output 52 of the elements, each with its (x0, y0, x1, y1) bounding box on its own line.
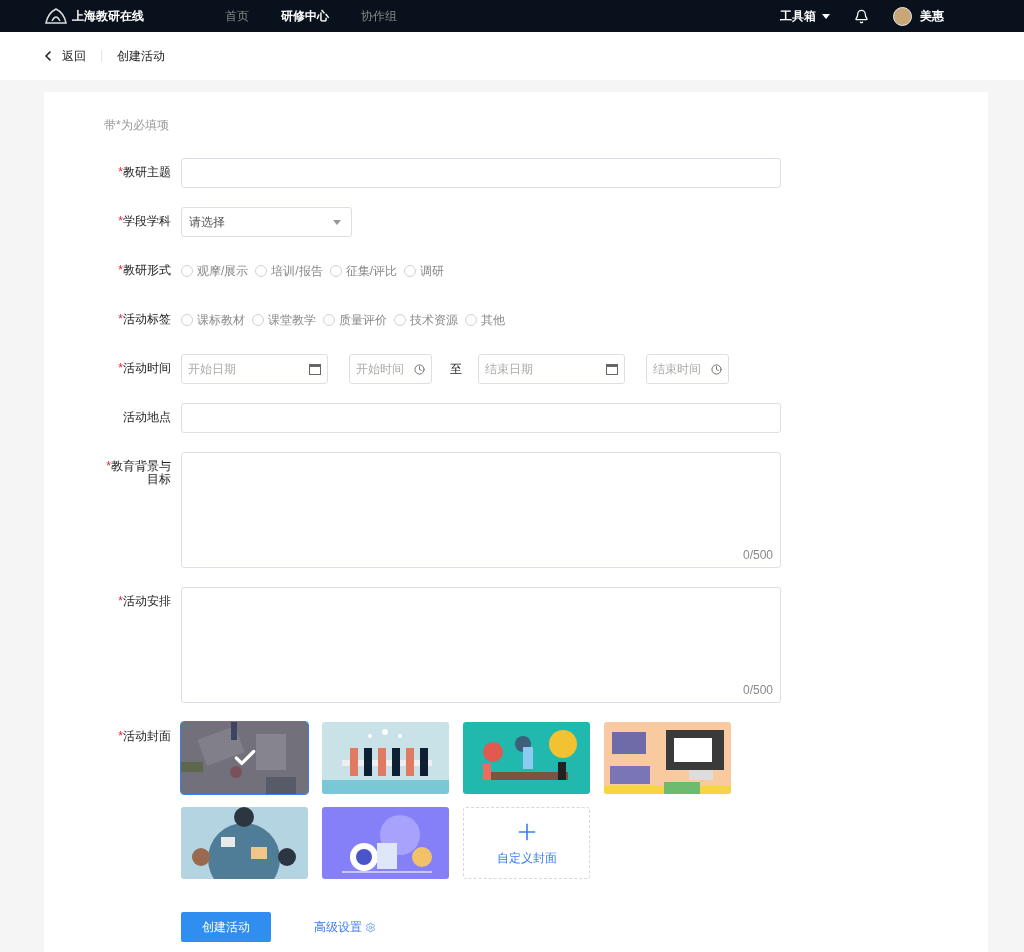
nav-link[interactable]: 首页 (225, 7, 249, 25)
logo-icon (44, 7, 68, 25)
character-counter: 0/500 (742, 682, 773, 699)
toolbox-menu[interactable]: 工具箱 (780, 7, 830, 25)
clock-icon (414, 363, 425, 375)
time-input[interactable]: 结束时间 (646, 354, 729, 384)
user-avatar[interactable] (893, 6, 912, 26)
character-counter: 0/500 (742, 547, 773, 564)
date-input[interactable]: 结束日期 (478, 354, 625, 384)
field-label: *教育背景与目标 (105, 458, 171, 486)
calendar-icon (606, 363, 618, 375)
text-input[interactable] (181, 403, 781, 433)
back-link[interactable]: 返回 (40, 47, 86, 65)
radio-option[interactable]: 课堂教学 (252, 311, 316, 329)
field-label: *活动安排 (117, 593, 171, 608)
site-logo-text: 上海教研在线 (72, 8, 144, 25)
textarea-field[interactable]: 0/500 (181, 452, 781, 568)
radio-option[interactable]: 质量评价 (323, 311, 387, 329)
date-input[interactable]: 开始日期 (181, 354, 328, 384)
time-input[interactable]: 开始时间 (349, 354, 432, 384)
range-separator: 至 (450, 361, 462, 378)
radio-option[interactable]: 其他 (465, 311, 505, 329)
caret-icon (822, 13, 830, 19)
field-label: *学段学科 (117, 213, 171, 228)
calendar-icon (309, 363, 321, 375)
field-label: *教研形式 (117, 262, 171, 277)
field-label: 活动地点 (122, 409, 171, 424)
field-label: *活动标签 (117, 311, 171, 326)
field-label: *活动封面 (117, 728, 171, 743)
radio-option[interactable]: 调研 (404, 262, 445, 280)
page-title: 创建活动 (117, 48, 165, 65)
field-label: *活动时间 (117, 360, 171, 375)
nav-link[interactable]: 协作组 (361, 7, 397, 25)
radio-option[interactable]: 观摩/展示 (181, 262, 249, 280)
custom-cover-button[interactable]: 自定义封面 (463, 807, 590, 879)
nav-link[interactable]: 研修中心 (281, 7, 329, 25)
advanced-settings-link[interactable]: 高级设置 (314, 918, 376, 936)
settings-icon (365, 921, 376, 933)
radio-option[interactable]: 培训/报告 (255, 262, 323, 280)
required-note: 带*为必填项 (104, 117, 170, 134)
radio-option[interactable]: 课标教材 (181, 311, 245, 329)
radio-option[interactable]: 征集/评比 (329, 262, 398, 280)
radio-option[interactable]: 技术资源 (394, 311, 458, 329)
select-dropdown[interactable]: 请选择 (181, 207, 352, 237)
user-name[interactable]: 美惠 (920, 7, 944, 25)
textarea-field[interactable]: 0/500 (181, 587, 781, 703)
dropdown-caret-icon (333, 219, 341, 225)
notification-bell-icon[interactable] (854, 8, 869, 24)
field-label: *教研主题 (117, 164, 171, 179)
clock-icon (711, 363, 722, 375)
create-activity-button[interactable]: 创建活动 (181, 912, 271, 942)
text-input[interactable] (181, 158, 781, 188)
